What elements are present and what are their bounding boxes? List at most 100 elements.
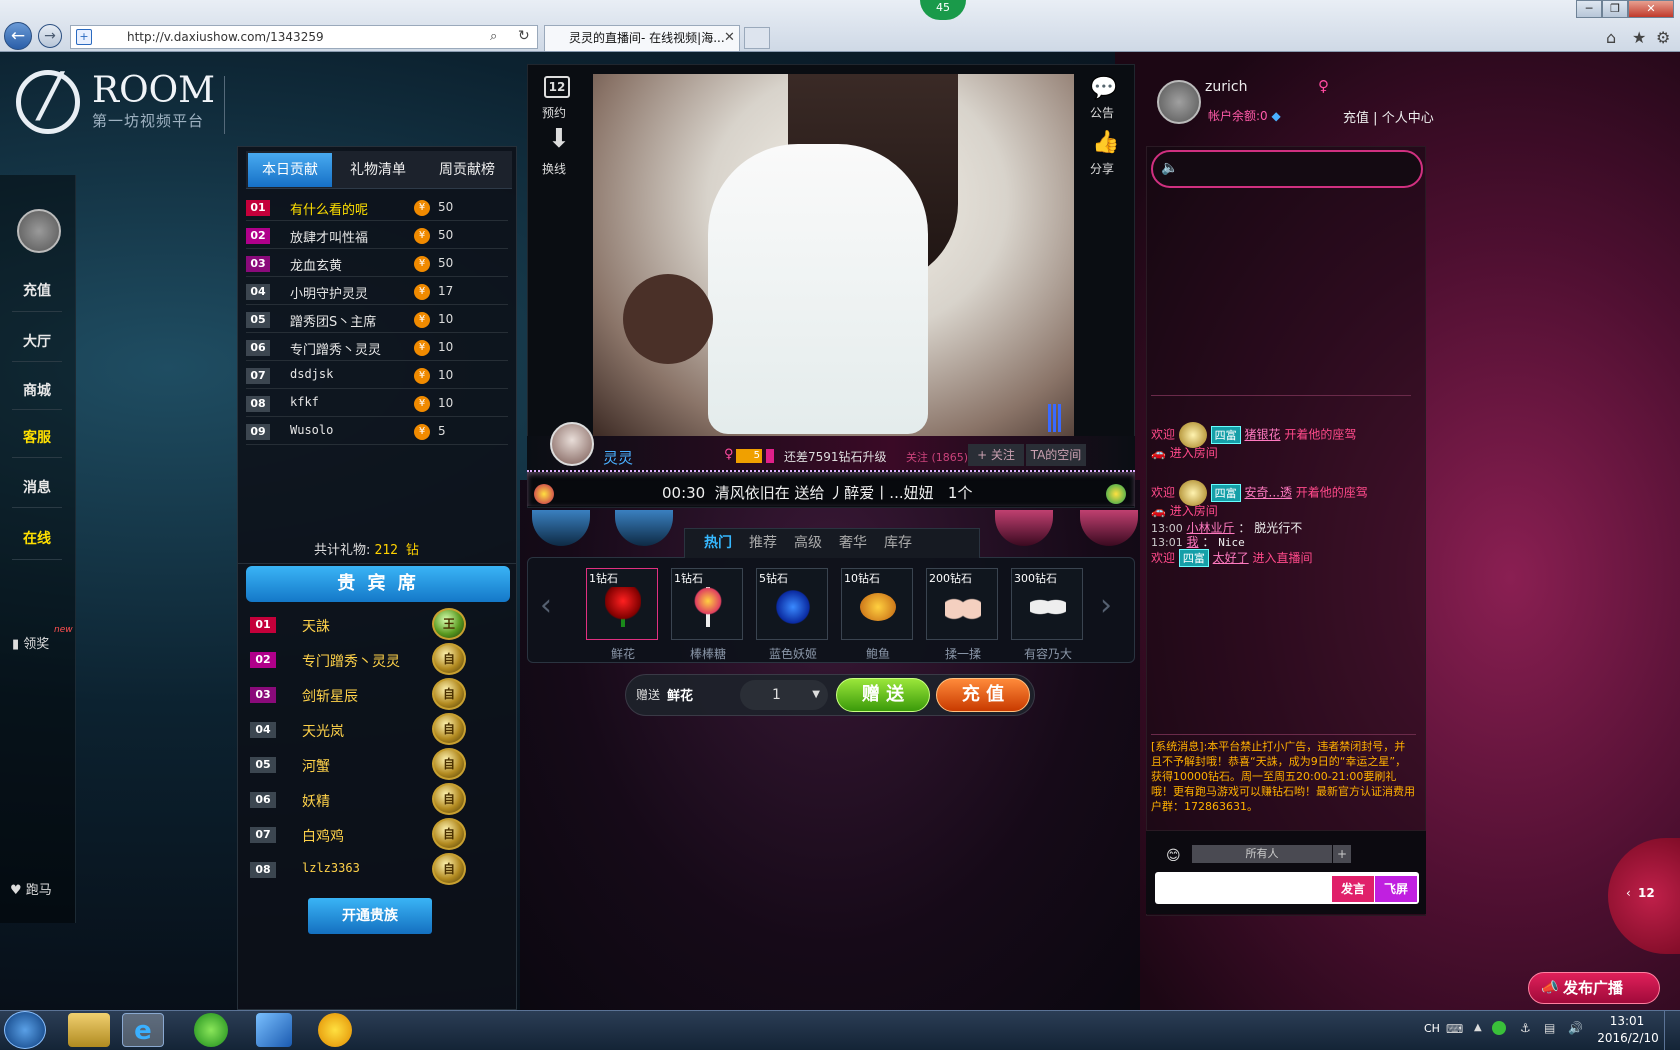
clock-time[interactable]: 13:01: [1602, 1014, 1652, 1028]
ie-icon[interactable]: e: [122, 1013, 164, 1047]
forward-button[interactable]: →: [38, 24, 62, 48]
emoji-icon[interactable]: 😊: [1166, 848, 1181, 864]
list-item[interactable]: 07 白鸡鸡自: [250, 818, 512, 852]
tab-premium[interactable]: 高级: [794, 532, 822, 552]
video-stream[interactable]: [593, 74, 1074, 436]
list-item[interactable]: 04 小明守护灵灵 ¥17: [246, 279, 508, 305]
back-button[interactable]: ←: [4, 22, 32, 50]
list-item[interactable]: 07 dsdjsk ¥10: [246, 363, 508, 389]
list-item[interactable]: 02 放肆才叫性福 ¥50: [246, 223, 508, 249]
search-icon[interactable]: ⌕: [490, 29, 497, 44]
list-item[interactable]: 08 kfkf ¥10: [246, 391, 508, 417]
host-avatar[interactable]: [550, 422, 594, 466]
gift-lingerie[interactable]: 300钻石 有容乃大: [1011, 568, 1083, 661]
host-name[interactable]: 灵灵: [603, 447, 633, 468]
maximize-button[interactable]: ❐: [1602, 0, 1628, 18]
calendar-icon[interactable]: 12: [544, 76, 570, 98]
host-space-button[interactable]: TA的空间: [1026, 444, 1086, 466]
give-button[interactable]: 赠 送: [836, 678, 930, 712]
close-window-button[interactable]: ✕: [1628, 0, 1674, 18]
gift-abalone[interactable]: 10钻石 鲍鱼: [841, 568, 913, 661]
start-button[interactable]: [4, 1011, 46, 1049]
list-item[interactable]: 05 蹭秀团S丶主席 ¥10: [246, 307, 508, 333]
announcement-label[interactable]: 公告: [1090, 104, 1114, 121]
minimize-button[interactable]: ─: [1576, 0, 1602, 18]
switch-line-label[interactable]: 换线: [542, 160, 566, 177]
list-item[interactable]: 06 妖精自: [250, 783, 512, 817]
tab-weekly-rank[interactable]: 周贡献榜: [424, 153, 510, 187]
volume-icon[interactable]: 🔊: [1568, 1021, 1583, 1035]
avatar[interactable]: [17, 209, 61, 253]
tab-hot[interactable]: 热门: [704, 532, 732, 552]
gift-hands[interactable]: 200钻石 揉一揉: [926, 568, 998, 661]
nav-recharge[interactable]: 充值: [0, 280, 74, 300]
list-item[interactable]: 03 龙血玄黄 ¥50: [246, 251, 508, 277]
new-tab-button[interactable]: [744, 27, 770, 49]
follow-button[interactable]: + 关注: [968, 444, 1024, 466]
list-item[interactable]: 01 天誅王: [250, 608, 512, 642]
horse-race-link[interactable]: ♥ 跑马: [10, 879, 52, 898]
tab-daily-contribution[interactable]: 本日贡献: [248, 153, 332, 187]
tray-app-icon[interactable]: [1492, 1021, 1506, 1035]
chevron-right-icon[interactable]: ›: [1100, 588, 1112, 623]
recipient-select[interactable]: 所有人: [1192, 845, 1332, 863]
refresh-icon[interactable]: ↻: [518, 28, 530, 44]
explorer-icon[interactable]: [68, 1013, 110, 1047]
user-recharge-link[interactable]: 充值: [1343, 111, 1369, 126]
keyboard-icon[interactable]: ⌨: [1446, 1022, 1463, 1036]
user-center-link[interactable]: 个人中心: [1382, 111, 1434, 126]
settings-gear-icon[interactable]: ⚙: [1656, 28, 1670, 47]
schedule-label[interactable]: 预约: [542, 104, 566, 121]
clock-date[interactable]: 2016/2/10: [1596, 1031, 1660, 1045]
address-bar[interactable]: http://v.daxiushow.com/1343259: [70, 25, 538, 49]
nav-mall[interactable]: 商城: [0, 380, 74, 400]
home-icon[interactable]: ⌂: [1606, 28, 1616, 47]
reward-link[interactable]: ▮ 领奖: [12, 633, 49, 652]
recharge-button[interactable]: 充 值: [936, 678, 1030, 712]
nav-online[interactable]: 在线: [0, 528, 74, 548]
quantity-select[interactable]: 1 ▼: [740, 680, 828, 710]
favorites-star-icon[interactable]: ★: [1632, 28, 1646, 47]
list-item[interactable]: 03 剑斩星辰自: [250, 678, 512, 712]
gift-rose[interactable]: 1钻石 鲜花: [586, 568, 658, 661]
badge-counter[interactable]: 45: [920, 0, 966, 20]
list-item[interactable]: 02 专门蹭秀丶灵灵自: [250, 643, 512, 677]
media-app-icon[interactable]: [318, 1013, 352, 1047]
nav-lobby[interactable]: 大厅: [0, 331, 74, 351]
list-item[interactable]: 01 有什么看的呢 ¥50: [246, 195, 508, 221]
tab-inventory[interactable]: 库存: [884, 532, 912, 552]
show-desktop-button[interactable]: [1664, 1010, 1680, 1050]
tray-icon[interactable]: ⚓: [1520, 1021, 1531, 1035]
close-tab-icon[interactable]: ✕: [724, 30, 735, 45]
thumbs-up-icon[interactable]: 👍: [1092, 130, 1119, 155]
gift-lollipop[interactable]: 1钻石 棒棒糖: [671, 568, 743, 661]
network-icon[interactable]: ▤: [1544, 1021, 1555, 1035]
gift-blue-rose[interactable]: 5钻石 蓝色妖姬: [756, 568, 828, 661]
app-icon[interactable]: [194, 1013, 228, 1047]
bird-app-icon[interactable]: [256, 1013, 292, 1047]
browser-tab[interactable]: 灵灵的直播间- 在线视频|海...: [544, 25, 740, 51]
nav-messages[interactable]: 消息: [0, 477, 74, 497]
open-noble-button[interactable]: 开通贵族: [308, 898, 432, 934]
language-indicator[interactable]: CH: [1424, 1022, 1440, 1035]
list-item[interactable]: 05 河蟹自: [250, 748, 512, 782]
share-label[interactable]: 分享: [1090, 160, 1114, 177]
announcement-box[interactable]: 🔈: [1151, 150, 1423, 188]
tab-gift-list[interactable]: 礼物清单: [336, 153, 420, 187]
broadcast-button[interactable]: 📣 发布广播: [1528, 972, 1660, 1004]
list-item[interactable]: 09 Wusolo ¥5: [246, 419, 508, 445]
chevron-left-icon[interactable]: ‹: [540, 588, 552, 623]
list-item[interactable]: 06 专门蹭秀丶灵灵 ¥10: [246, 335, 508, 361]
arrow-down-icon[interactable]: ⬇: [548, 126, 570, 152]
list-item[interactable]: 08 lzlz3363 自: [250, 853, 512, 887]
fly-screen-button[interactable]: 飞屏: [1375, 876, 1417, 902]
send-message-button[interactable]: 发言: [1332, 876, 1374, 902]
speech-bubble-icon[interactable]: 💬: [1090, 76, 1117, 101]
add-recipient-icon[interactable]: +: [1333, 845, 1351, 863]
tab-recommended[interactable]: 推荐: [749, 532, 777, 552]
nav-service[interactable]: 客服: [0, 427, 74, 447]
security-shield-icon[interactable]: +: [76, 29, 92, 45]
tray-expand-icon[interactable]: ▲: [1474, 1022, 1482, 1033]
list-item[interactable]: 04 天光岚自: [250, 713, 512, 747]
user-avatar[interactable]: [1157, 80, 1201, 124]
